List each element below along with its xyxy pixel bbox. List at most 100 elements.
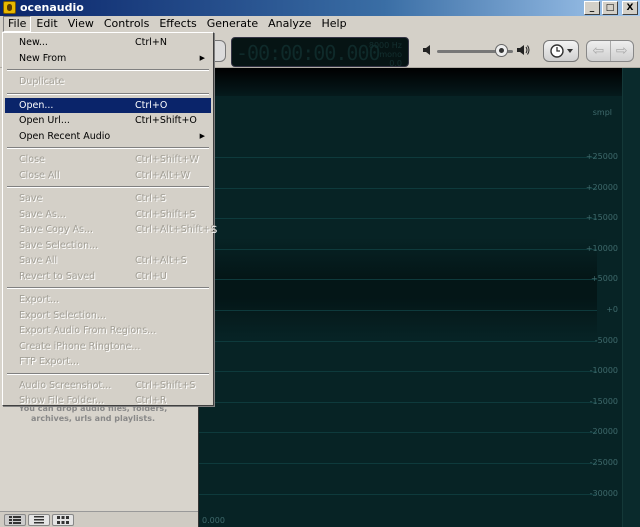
maximize-button[interactable]: □ — [602, 1, 618, 15]
time-readout: -00:00:00.000 — [236, 41, 381, 65]
submenu-arrow-icon: ▶ — [199, 131, 205, 140]
menu-item-label: Save — [19, 193, 43, 204]
amplitude-gridline — [199, 401, 597, 403]
menu-item-audio-screenshot: Audio Screenshot... Ctrl+Shift+S — [5, 378, 211, 394]
waveform-view[interactable]: smpl 0.000 +25000 +20000 +15000 +10000 +5000… — [198, 68, 640, 527]
menu-item-label: Duplicate — [19, 76, 65, 87]
amplitude-axis-label: +5000 — [590, 274, 618, 284]
menu-item-save-copy-as: Save Copy As... Ctrl+Alt+Shift+S — [5, 222, 216, 238]
menu-item-label: FTP Export... — [19, 356, 80, 367]
amplitude-axis-label: -30000 — [589, 488, 618, 498]
menu-edit[interactable]: Edit — [31, 16, 62, 32]
menu-item-close-all: Close All Ctrl+Alt+W — [5, 168, 211, 184]
amplitude-axis-label: -15000 — [589, 396, 618, 406]
menu-file[interactable]: File — [3, 16, 32, 32]
back-button[interactable]: ⇦ — [587, 41, 611, 61]
detail-view-button[interactable] — [4, 514, 26, 526]
speaker-low-icon — [422, 44, 434, 59]
grid-view-button[interactable] — [52, 514, 74, 526]
clock-icon — [550, 44, 573, 58]
menu-item-create-iphone-ringtone: Create iPhone Ringtone... — [5, 339, 211, 355]
menu-controls[interactable]: Controls — [99, 16, 155, 32]
amplitude-gridline — [199, 463, 597, 464]
menu-item-save-as: Save As... Ctrl+Shift+S — [5, 207, 211, 223]
waveform-vertical-scrollbar[interactable] — [622, 68, 640, 527]
menu-item-shortcut: Ctrl+Shift+S — [135, 208, 196, 220]
menu-item-label: Open Url... — [19, 115, 70, 126]
amplitude-axis-label: -20000 — [589, 427, 618, 437]
menu-item-label: Open... — [19, 99, 54, 111]
menu-item-show-file-folder: Show File Folder... Ctrl+R — [5, 393, 211, 409]
amplitude-axis-label: +15000 — [585, 213, 618, 223]
transport-button-group[interactable] — [212, 40, 226, 62]
menu-analyze[interactable]: Analyze — [263, 16, 316, 32]
grid-icon — [57, 516, 69, 524]
menu-item-shortcut: Ctrl+Alt+Shift+S — [135, 224, 217, 235]
amplitude-axis-label: +0 — [606, 305, 618, 314]
menu-item-label: Audio Screenshot... — [19, 379, 112, 391]
menu-item-label: Show File Folder... — [19, 395, 105, 406]
forward-button[interactable]: ⇨ — [611, 41, 634, 61]
amplitude-gridline — [199, 432, 597, 434]
menu-separator — [7, 186, 209, 188]
menu-item-label: New From — [19, 52, 67, 64]
arrow-left-icon: ⇦ — [592, 43, 605, 59]
time-display: -00:00:00.000 8000 Hz mono 0.0 — [231, 37, 409, 68]
menu-item-label: Export Selection... — [19, 309, 106, 321]
menu-separator — [7, 92, 209, 95]
amplitude-gridline — [199, 371, 597, 373]
amplitude-axis-label: +10000 — [585, 243, 618, 253]
menu-item-save-selection: Save Selection... — [5, 238, 211, 254]
channel-mode: mono — [379, 50, 402, 59]
clock-dropdown-button[interactable] — [543, 40, 579, 62]
menu-item-open-url[interactable]: Open Url... Ctrl+Shift+O — [5, 113, 211, 129]
drop-hint-line-2: archives, urls and playlists. — [31, 414, 155, 423]
menu-item-label: Revert to Saved — [19, 270, 96, 282]
menu-item-new[interactable]: New... Ctrl+N — [5, 35, 211, 51]
menu-item-label: Save Selection... — [19, 239, 99, 251]
arrow-right-icon: ⇨ — [615, 43, 628, 59]
menu-item-new-from[interactable]: New From ▶ — [5, 51, 211, 67]
menu-item-label: Close — [19, 154, 45, 165]
menu-item-open-recent-audio[interactable]: Open Recent Audio ▶ — [5, 129, 211, 145]
submenu-arrow-icon: ▶ — [199, 53, 205, 62]
amplitude-axis-label: +25000 — [585, 152, 618, 161]
amplitude-unit: smpl — [592, 108, 612, 117]
navigation-buttons: ⇦ ⇨ — [586, 40, 634, 62]
amplitude-axis-label: -5000 — [594, 335, 618, 345]
list-icon — [34, 516, 44, 524]
menu-item-export-audio-from-regions: Export Audio From Regions... — [5, 323, 211, 339]
close-button[interactable]: X — [622, 1, 638, 15]
menu-item-label: Export... — [19, 294, 60, 305]
menu-item-shortcut: Ctrl+R — [135, 395, 167, 406]
menu-generate[interactable]: Generate — [202, 16, 263, 32]
amplitude-axis-label: +20000 — [585, 182, 618, 192]
menu-item-export-selection: Export Selection... — [5, 308, 211, 324]
menu-view[interactable]: View — [63, 16, 99, 32]
volume-slider-knob[interactable] — [494, 44, 508, 57]
format-readout: 8000 Hz mono 0.0 — [369, 41, 402, 68]
menu-item-label: Create iPhone Ringtone... — [19, 340, 141, 352]
list-view-button[interactable] — [28, 514, 50, 526]
menu-item-label: Save As... — [19, 208, 66, 220]
amplitude-axis-label: -25000 — [589, 458, 618, 467]
menu-item-shortcut: Ctrl+Alt+S — [135, 255, 187, 266]
menu-item-shortcut: Ctrl+Shift+O — [135, 115, 197, 126]
menu-item-export: Export... — [5, 292, 211, 308]
amplitude-gridline — [199, 340, 597, 342]
menu-help[interactable]: Help — [316, 16, 351, 32]
amplitude-gridline — [199, 279, 597, 281]
menu-item-shortcut: Ctrl+Shift+W — [135, 154, 199, 165]
window-title: ocenaudio — [20, 1, 84, 14]
menu-bar: File Edit View Controls Effects Generate… — [0, 16, 640, 32]
menu-item-shortcut: Ctrl+O — [135, 99, 168, 111]
menu-item-ftp-export: FTP Export... — [5, 354, 211, 370]
app-icon — [3, 1, 16, 14]
timeline-start: 0.000 — [202, 516, 225, 525]
menu-effects[interactable]: Effects — [154, 16, 201, 32]
title-bar: ocenaudio _ □ X — [0, 0, 640, 16]
amplitude-gridline — [199, 248, 597, 250]
menu-item-open[interactable]: Open... Ctrl+O — [5, 97, 211, 113]
minimize-button[interactable]: _ — [584, 1, 600, 15]
sample-rate: 8000 Hz — [368, 41, 402, 50]
